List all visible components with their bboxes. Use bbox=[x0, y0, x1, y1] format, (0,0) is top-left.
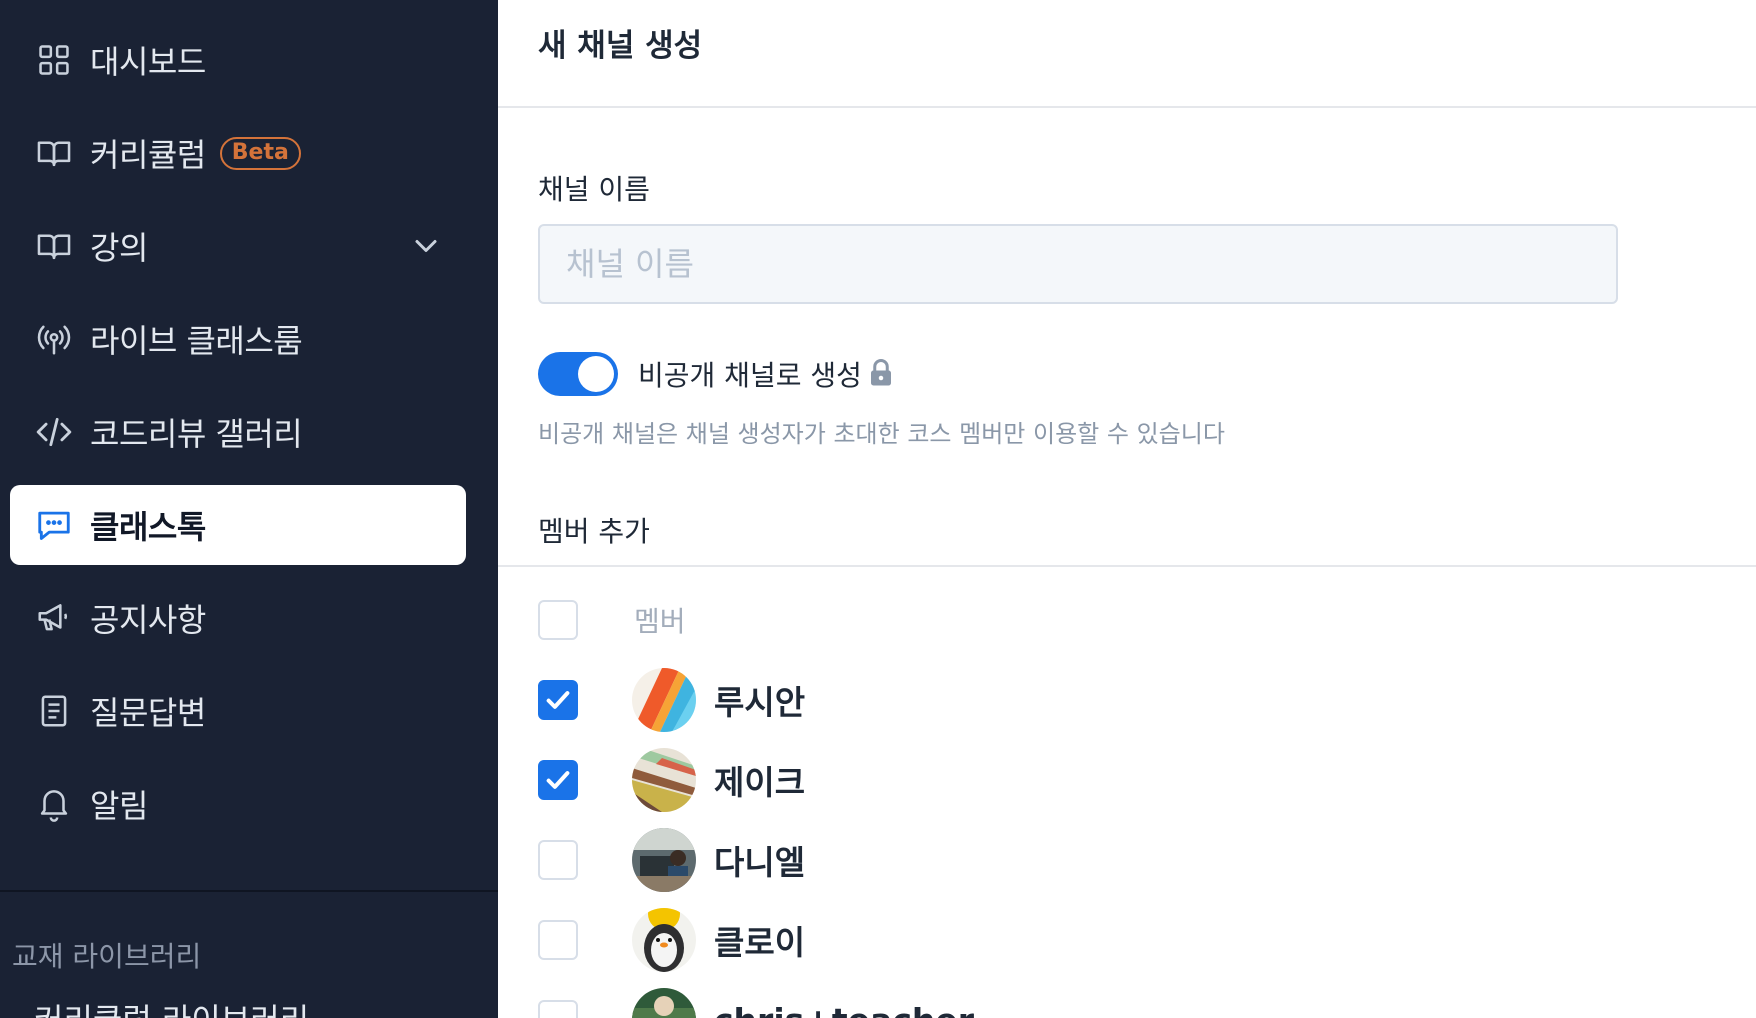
sidebar-item-label: 커리큘럼 bbox=[90, 136, 206, 174]
member-checkbox[interactable] bbox=[538, 760, 578, 800]
member-row[interactable]: chris+teacher bbox=[538, 985, 1438, 1018]
check-icon bbox=[546, 691, 570, 709]
channel-name-label: 채널 이름 bbox=[538, 173, 650, 206]
sidebar-item-label: 라이브 클래스룸 bbox=[90, 322, 303, 360]
avatar bbox=[632, 988, 696, 1018]
sidebar-item-live-classroom[interactable]: 라이브 클래스룸 bbox=[10, 299, 466, 379]
main-panel: 새 채널 생성 채널 이름 비공개 채널로 생성 비공개 채널은 채널 생성자가… bbox=[498, 0, 1756, 1018]
member-name: 다니엘 bbox=[714, 843, 806, 882]
sidebar: 대시보드 커리큘럼 Beta 강의 라이브 클래스룸 코드리뷰 갤러리 클래스톡 bbox=[0, 0, 498, 1018]
sidebar-item-qna[interactable]: 질문답변 bbox=[10, 671, 466, 751]
sidebar-divider bbox=[0, 890, 498, 892]
check-icon bbox=[546, 771, 570, 789]
header-divider bbox=[498, 106, 1756, 108]
book-icon bbox=[34, 226, 74, 266]
channel-name-input[interactable] bbox=[538, 224, 1618, 304]
broadcast-icon bbox=[34, 319, 74, 359]
sidebar-item-code-review[interactable]: 코드리뷰 갤러리 bbox=[10, 392, 466, 472]
megaphone-icon bbox=[34, 598, 74, 638]
sidebar-item-label: 알림 bbox=[90, 787, 148, 825]
sidebar-section-title: 교재 라이브러리 bbox=[12, 940, 202, 973]
sidebar-item-curriculum-library[interactable]: 커리큘럼 라이브러리 bbox=[34, 995, 309, 1018]
document-icon bbox=[34, 691, 74, 731]
member-name: 클로이 bbox=[714, 923, 806, 962]
sidebar-item-notices[interactable]: 공지사항 bbox=[10, 578, 466, 658]
sidebar-item-label: 대시보드 bbox=[90, 43, 206, 81]
member-checkbox[interactable] bbox=[538, 920, 578, 960]
member-divider bbox=[498, 565, 1756, 567]
chat-icon bbox=[34, 505, 74, 545]
sidebar-item-dashboard[interactable]: 대시보드 bbox=[10, 20, 466, 100]
member-section-label: 멤버 추가 bbox=[538, 515, 650, 548]
sidebar-item-label: 클래스톡 bbox=[90, 508, 206, 546]
member-row[interactable]: 루시안 bbox=[538, 665, 1438, 735]
avatar bbox=[632, 828, 696, 892]
member-row[interactable]: 클로이 bbox=[538, 905, 1438, 975]
member-row[interactable]: 다니엘 bbox=[538, 825, 1438, 895]
avatar bbox=[632, 748, 696, 812]
code-icon bbox=[34, 412, 74, 452]
select-all-checkbox[interactable] bbox=[538, 600, 578, 640]
member-name: chris+teacher bbox=[714, 1001, 974, 1018]
member-name: 제이크 bbox=[714, 763, 806, 802]
book-icon bbox=[34, 133, 74, 173]
member-header-row: 멤버 bbox=[538, 585, 1438, 655]
member-name: 루시안 bbox=[714, 683, 806, 722]
sidebar-item-label: 공지사항 bbox=[90, 601, 206, 639]
member-checkbox[interactable] bbox=[538, 840, 578, 880]
sidebar-item-curriculum[interactable]: 커리큘럼 Beta bbox=[10, 113, 466, 193]
sidebar-item-label: 강의 bbox=[90, 229, 148, 267]
private-channel-helper: 비공개 채널은 채널 생성자가 초대한 코스 멤버만 이용할 수 있습니다 bbox=[538, 420, 1225, 448]
sidebar-item-lectures[interactable]: 강의 bbox=[10, 206, 466, 286]
page-title: 새 채널 생성 bbox=[538, 28, 703, 64]
bell-icon bbox=[34, 784, 74, 824]
avatar bbox=[632, 908, 696, 972]
chevron-down-icon[interactable] bbox=[408, 228, 444, 264]
lock-icon bbox=[871, 359, 891, 386]
member-checkbox[interactable] bbox=[538, 1000, 578, 1018]
sidebar-item-label: 코드리뷰 갤러리 bbox=[90, 415, 303, 453]
sidebar-item-label: 질문답변 bbox=[90, 694, 206, 732]
member-checkbox[interactable] bbox=[538, 680, 578, 720]
toggle-knob bbox=[578, 356, 614, 392]
avatar bbox=[632, 668, 696, 732]
private-channel-label: 비공개 채널로 생성 bbox=[638, 359, 862, 392]
private-channel-toggle[interactable] bbox=[538, 352, 618, 396]
member-column-header: 멤버 bbox=[634, 605, 686, 638]
sidebar-item-classtalk[interactable]: 클래스톡 bbox=[10, 485, 466, 565]
member-row[interactable]: 제이크 bbox=[538, 745, 1438, 815]
grid-icon bbox=[34, 40, 74, 80]
beta-badge: Beta bbox=[219, 136, 301, 170]
sidebar-item-notifications[interactable]: 알림 bbox=[10, 764, 466, 844]
